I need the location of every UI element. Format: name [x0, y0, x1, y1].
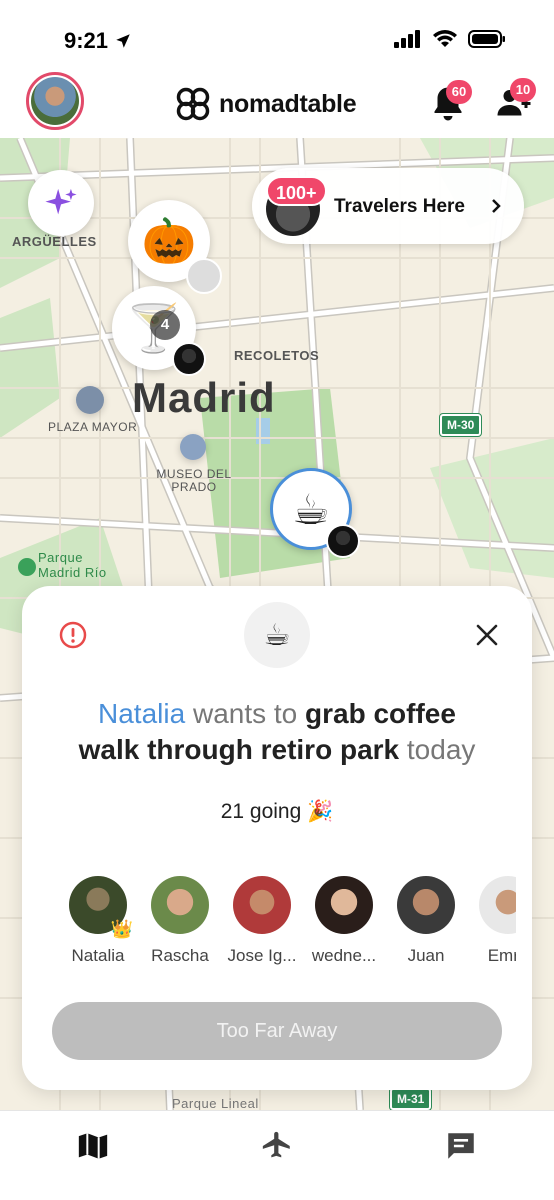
- sparkles-icon: [45, 188, 77, 215]
- status-bar: 9:21: [0, 0, 554, 66]
- going-count: 21 going 🎉: [220, 800, 334, 823]
- profile-avatar[interactable]: [26, 72, 84, 130]
- map-label-recoletos: RECOLETOS: [234, 348, 320, 363]
- event-when: today: [406, 734, 476, 765]
- attendee[interactable]: Juan: [384, 876, 468, 966]
- map-label-parque-madrid-rio: Parque Madrid Río: [38, 550, 107, 580]
- coffee-icon: ☕: [292, 485, 330, 533]
- attendee-name: Rascha: [151, 946, 209, 965]
- app-logo: nomadtable: [175, 86, 357, 122]
- attendee-avatar: 👑: [69, 876, 133, 939]
- landmark-icon-prado: [180, 434, 206, 460]
- pumpkin-icon: 🎃: [141, 217, 197, 266]
- travelers-label: Travelers Here: [334, 196, 465, 217]
- attendee[interactable]: wedne...: [302, 876, 386, 966]
- event-card: ☕ Natalia wants to grab coffee walk thro…: [22, 586, 532, 1090]
- attendee-avatar: [233, 876, 291, 934]
- alert-circle-icon[interactable]: [58, 620, 88, 650]
- close-icon[interactable]: [474, 622, 500, 648]
- activity-line1: grab coffee: [305, 698, 456, 729]
- map-label-plaza-mayor: PLAZA MAYOR: [48, 420, 138, 434]
- attendee-name: Natalia: [71, 946, 125, 965]
- attendee-avatar: [151, 876, 209, 934]
- tab-bar: [0, 1110, 554, 1200]
- travelers-count-badge: 100+: [266, 176, 327, 206]
- attendee[interactable]: Rascha: [138, 876, 222, 966]
- route-sign-m31: M-31: [388, 1087, 433, 1110]
- map-city-label: Madrid: [132, 374, 276, 421]
- plane-icon[interactable]: [260, 1129, 294, 1163]
- attendee-avatar: [479, 876, 516, 934]
- notifications-badge: 60: [446, 80, 472, 104]
- signal-icon: [394, 30, 420, 48]
- attendee-avatar: [315, 876, 373, 934]
- wants-to-text: wants to: [192, 698, 298, 729]
- attendee[interactable]: 👑 Natalia: [56, 876, 140, 966]
- attendee-name: Emre: [487, 946, 516, 965]
- battery-icon: [468, 30, 505, 48]
- event-emoji: ☕: [244, 602, 310, 668]
- notifications-button[interactable]: 60: [430, 80, 472, 124]
- map-label-museo-del-prado: MUSEO DEL PRADO: [156, 467, 232, 494]
- pin-host-avatar: [186, 258, 222, 294]
- too-far-away-button[interactable]: Too Far Away: [52, 1002, 502, 1060]
- crown-icon: 👑: [110, 919, 133, 939]
- attendee[interactable]: Jose Ig...: [220, 876, 304, 966]
- status-time: 9:21: [64, 28, 132, 54]
- map-label-arguelles: ARGÜELLES: [12, 234, 97, 249]
- host-name[interactable]: Natalia: [98, 698, 185, 729]
- event-title: Natalia wants to grab coffee walk throug…: [42, 696, 512, 768]
- attendee-list[interactable]: 👑 Natalia Rascha Jose Ig... wedne... Jua…: [56, 876, 516, 976]
- pin-count-badge: 4: [150, 310, 180, 340]
- attendee-name: wedne...: [311, 946, 377, 965]
- coffee-icon: ☕: [263, 618, 291, 652]
- chat-icon[interactable]: [444, 1129, 478, 1163]
- status-time-text: 9:21: [64, 28, 109, 53]
- attendee-name: Jose Ig...: [227, 946, 297, 965]
- friends-badge: 10: [510, 78, 536, 102]
- app-header: nomadtable 60 10: [0, 66, 554, 138]
- route-sign-m30: M-30: [438, 413, 483, 437]
- wifi-icon: [433, 30, 457, 47]
- landmark-icon-plaza-mayor: [76, 386, 104, 414]
- park-icon: [18, 558, 36, 576]
- logo-icon: [176, 87, 210, 121]
- travelers-here-button[interactable]: 100+ Travelers Here: [252, 168, 524, 244]
- pin-host-avatar: [172, 342, 206, 376]
- friends-button[interactable]: 10: [496, 78, 536, 124]
- location-arrow-icon: [116, 34, 130, 48]
- map-icon[interactable]: [76, 1129, 110, 1163]
- map-label-parque-lineal: Parque Lineal: [172, 1096, 259, 1110]
- attendee-name: Juan: [407, 946, 445, 965]
- activity-line2: walk through retiro park: [78, 734, 400, 765]
- attendee-avatar: [397, 876, 455, 934]
- pin-host-avatar: [326, 524, 360, 558]
- attendee[interactable]: Emre: [466, 876, 516, 966]
- chevron-right-icon: [492, 199, 501, 213]
- sparkles-button[interactable]: [28, 170, 94, 236]
- logo-text: nomadtable: [219, 89, 357, 118]
